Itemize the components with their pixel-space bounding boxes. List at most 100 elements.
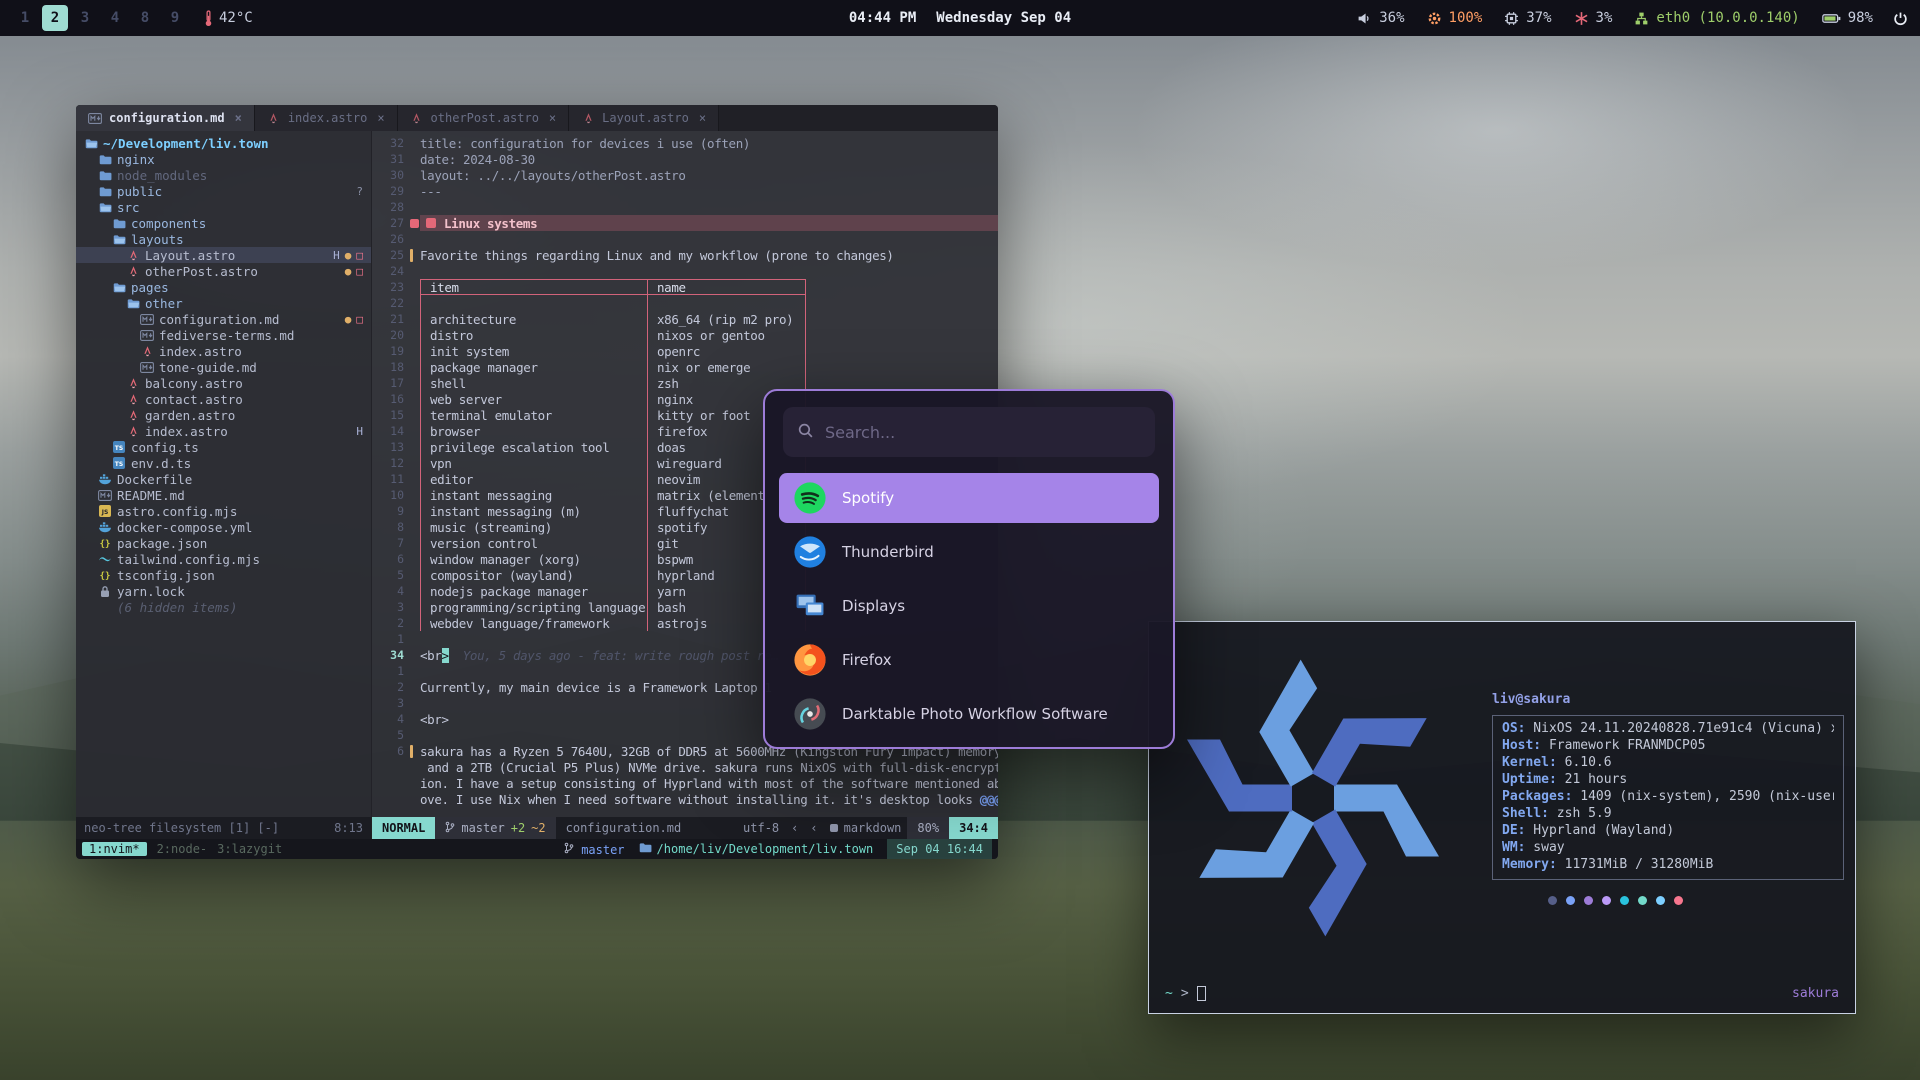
tmux-window-3:lazygit[interactable]: 3:lazygit — [217, 842, 282, 856]
tree-item[interactable]: TSconfig.ts — [76, 439, 371, 455]
tree-item-label: Layout.astro — [145, 248, 235, 263]
close-tab-icon[interactable]: × — [549, 111, 556, 125]
tree-item[interactable]: index.astroH — [76, 423, 371, 439]
tree-item[interactable]: otherPost.astro●□ — [76, 263, 371, 279]
tree-item-label: index.astro — [145, 424, 228, 439]
launcher-item-darktable[interactable]: Darktable Photo Workflow Software — [779, 689, 1159, 739]
git-segment: master+2~2 — [435, 817, 555, 839]
power-button[interactable] — [1893, 11, 1908, 26]
workspace-1[interactable]: 1 — [12, 5, 38, 31]
tree-item[interactable]: JS astro.config.mjs — [76, 503, 371, 519]
tree-item[interactable]: components — [76, 215, 371, 231]
tree-item[interactable]: nginx — [76, 151, 371, 167]
fetch-info-value: 11731MiB / 31280MiB — [1557, 857, 1714, 874]
tmux-window-1:nvim*[interactable]: 1:nvim* — [82, 842, 147, 856]
launcher-item-spotify[interactable]: Spotify — [779, 473, 1159, 523]
tree-item[interactable]: Dockerfile — [76, 471, 371, 487]
tab-configuration.md[interactable]: configuration.md× — [76, 105, 255, 131]
workspace-9[interactable]: 9 — [162, 5, 188, 31]
tree-item-label: astro.config.mjs — [117, 504, 237, 519]
tree-item[interactable]: pages — [76, 279, 371, 295]
tree-item[interactable]: node_modules — [76, 167, 371, 183]
close-tab-icon[interactable]: × — [699, 111, 706, 125]
tree-item[interactable]: TSenv.d.ts — [76, 455, 371, 471]
astro-icon — [140, 345, 154, 358]
shell-prompt[interactable]: ~ > — [1165, 986, 1206, 1001]
network-module[interactable]: eth0 (10.0.0.140) — [1634, 10, 1799, 26]
tree-item[interactable]: README.md — [76, 487, 371, 503]
buffer-line: 27Linux systems — [372, 215, 998, 231]
tree-item[interactable]: src — [76, 199, 371, 215]
battery-value: 98% — [1848, 10, 1873, 26]
tmux-path: /home/liv/Development/liv.town — [639, 842, 874, 856]
launcher-item-thunderbird[interactable]: Thunderbird — [779, 527, 1159, 577]
folder-open-icon — [112, 281, 126, 294]
workspace-8[interactable]: 8 — [132, 5, 158, 31]
memory-module[interactable]: 37% — [1504, 10, 1551, 26]
fetch-info-label: OS: — [1502, 721, 1525, 738]
tree-item[interactable]: index.astro — [76, 343, 371, 359]
tab-otherPost.astro[interactable]: otherPost.astro× — [398, 105, 570, 131]
tree-item[interactable]: configuration.md●□ — [76, 311, 371, 327]
svg-text:{}: {} — [100, 540, 111, 549]
tailwind-icon — [98, 553, 112, 566]
cpu-module[interactable]: 3% — [1574, 10, 1613, 26]
terminal-cursor — [1197, 986, 1206, 1001]
change-sign — [410, 745, 413, 758]
launcher-item-displays[interactable]: Displays — [779, 581, 1159, 631]
astro-icon — [410, 112, 424, 125]
svg-text:{}: {} — [100, 572, 111, 581]
buffer-line: 29--- — [372, 183, 998, 199]
table-header-item: item — [420, 279, 648, 295]
tab-Layout.astro[interactable]: Layout.astro× — [569, 105, 719, 131]
tree-item[interactable]: public? — [76, 183, 371, 199]
workspace-4[interactable]: 4 — [102, 5, 128, 31]
scroll-percent: 80% — [907, 817, 949, 839]
launcher-item-firefox[interactable]: Firefox — [779, 635, 1159, 685]
tree-item[interactable]: {}package.json — [76, 535, 371, 551]
tree-item[interactable]: fediverse-terms.md — [76, 327, 371, 343]
tree-item[interactable]: balcony.astro — [76, 375, 371, 391]
brightness-module[interactable]: 100% — [1427, 10, 1483, 26]
search-input[interactable] — [825, 423, 1141, 442]
battery-module[interactable]: 98% — [1822, 10, 1873, 26]
tree-item[interactable]: layouts — [76, 231, 371, 247]
tree-item[interactable]: garden.astro — [76, 407, 371, 423]
buffer-text: layout: ../../layouts/otherPost.astro — [420, 168, 998, 183]
workspace-2[interactable]: 2 — [42, 5, 68, 31]
buffer-text: ion. I have a setup consisting of Hyprla… — [420, 776, 998, 791]
table-cell-item: package manager — [420, 359, 648, 375]
tree-item[interactable]: (6 hidden items) — [76, 599, 371, 615]
tree-item[interactable]: tailwind.config.mjs — [76, 551, 371, 567]
table-row: instant messagingmatrix (element — [420, 487, 806, 503]
sign-column — [410, 249, 420, 262]
tmux-window-2:node-[interactable]: 2:node- — [157, 842, 208, 856]
tree-item[interactable]: {}tsconfig.json — [76, 567, 371, 583]
table-cell-item: webdev language/framework — [420, 615, 648, 631]
svg-text:JS: JS — [101, 509, 109, 516]
close-tab-icon[interactable]: × — [235, 111, 242, 125]
tree-item[interactable]: other — [76, 295, 371, 311]
tab-index.astro[interactable]: index.astro× — [255, 105, 398, 131]
volume-module[interactable]: 36% — [1357, 10, 1404, 26]
table-cell-item: compositor (wayland) — [420, 567, 648, 583]
buffer-line: 26 — [372, 231, 998, 247]
launcher-search[interactable] — [783, 407, 1155, 457]
table-row: window manager (xorg)bspwm — [420, 551, 806, 567]
brightness-value: 100% — [1449, 10, 1483, 26]
tree-item[interactable]: docker-compose.yml — [76, 519, 371, 535]
tree-item[interactable]: ~/Development/liv.town — [76, 135, 371, 151]
close-tab-icon[interactable]: × — [377, 111, 384, 125]
tabline: configuration.md×index.astro×otherPost.a… — [76, 105, 998, 131]
penguin-icon — [426, 218, 436, 228]
tree-item[interactable]: contact.astro — [76, 391, 371, 407]
tree-item[interactable]: Layout.astroH●□ — [76, 247, 371, 263]
workspace-3[interactable]: 3 — [72, 5, 98, 31]
buffer-line: 23itemname — [372, 279, 998, 295]
buffer-text: Favorite things regarding Linux and my w… — [420, 248, 998, 263]
tree-item[interactable]: yarn.lock — [76, 583, 371, 599]
buffer-line: 20distronixos or gentoo — [372, 327, 998, 343]
tree-item[interactable]: tone-guide.md — [76, 359, 371, 375]
heading-sign-icon — [410, 219, 419, 228]
cursor-position: 34:4 — [949, 817, 998, 839]
